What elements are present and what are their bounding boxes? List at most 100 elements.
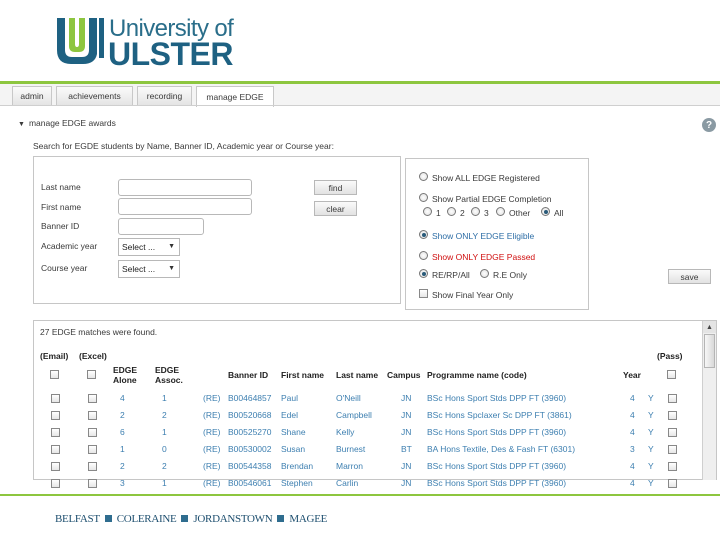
cell-flag: Y [648,478,654,488]
final-year-checkbox[interactable] [419,289,428,298]
show-all-radio[interactable] [419,172,428,181]
cell-last-name: Kelly [336,427,355,437]
cell-first-name: Shane [281,427,306,437]
course-year-value: Select ... [122,264,156,274]
cell-edge-assoc: 1 [162,427,167,437]
cell-programme: BSc Hons Sport Stds DPP FT (3960) [427,461,567,471]
campus-magee: MAGEE [289,513,328,525]
column-campus: Campus [387,370,421,380]
scroll-thumb[interactable] [704,334,715,368]
scroll-up-icon[interactable]: ▲ [703,321,716,333]
cell-flag: Y [648,393,654,403]
cell-flag: Y [648,410,654,420]
clear-button[interactable]: clear [314,201,357,216]
year-radio-other[interactable] [496,207,505,216]
show-eligible-radio[interactable] [419,230,428,239]
excel-checkbox[interactable] [88,462,97,471]
cell-last-name: Burnest [336,444,366,454]
panel-header[interactable]: ▼ manage EDGE awards [18,118,116,128]
cell-edge-assoc: 0 [162,444,167,454]
tab-achievements[interactable]: achievements [56,86,133,105]
cell-edge-assoc: 2 [162,461,167,471]
results-scrollbar[interactable]: ▲ [702,321,716,480]
cell-year: 4 [630,410,635,420]
email-checkbox[interactable] [51,479,60,488]
cell-banner-id[interactable]: B00544358 [228,461,272,471]
tab-admin[interactable]: admin [12,86,52,105]
email-checkbox[interactable] [51,411,60,420]
save-button[interactable]: save [668,269,711,284]
year-label-2: 2 [460,208,465,218]
cell-banner-id[interactable]: B00464857 [228,393,272,403]
cell-banner-id[interactable]: B00525270 [228,427,272,437]
email-link[interactable]: (Email) [40,351,68,361]
cell-edge-alone: 2 [120,461,125,471]
year-radio-1[interactable] [423,207,432,216]
pass-checkbox[interactable] [668,428,677,437]
cell-last-name: Carlin [336,478,359,488]
column-last-name: Last name [336,370,379,380]
cell-campus: JN [401,427,412,437]
pass-checkbox[interactable] [668,445,677,454]
course-year-select[interactable]: Select ... ▼ [118,260,180,278]
first-name-label: First name [41,202,82,212]
find-button[interactable]: find [314,180,357,195]
excel-checkbox[interactable] [88,428,97,437]
excel-checkbox[interactable] [88,411,97,420]
cell-banner-id[interactable]: B00530002 [228,444,272,454]
email-all-checkbox[interactable] [50,370,59,379]
cell-campus: JN [401,461,412,471]
cell-re: (RE) [203,410,221,420]
first-name-input[interactable] [118,198,252,215]
cell-re: (RE) [203,393,221,403]
pass-checkbox[interactable] [668,479,677,488]
column-year: Year [623,370,641,380]
chevron-down-icon: ▼ [168,265,175,272]
email-checkbox[interactable] [51,394,60,403]
banner-id-input[interactable] [118,218,204,235]
re-rp-all-radio[interactable] [419,269,428,278]
help-icon[interactable]: ? [702,118,716,132]
cell-edge-alone: 3 [120,478,125,488]
university-logo: University of ULSTER [55,15,234,72]
year-radio-2[interactable] [447,207,456,216]
pass-checkbox[interactable] [668,462,677,471]
year-radio-3[interactable] [471,207,480,216]
excel-checkbox[interactable] [88,479,97,488]
chevron-down-icon: ▼ [168,243,175,250]
cell-year: 4 [630,478,635,488]
show-partial-radio[interactable] [419,193,428,202]
show-passed-radio[interactable] [419,251,428,260]
cell-last-name: O'Neill [336,393,361,403]
pass-checkbox[interactable] [668,411,677,420]
academic-year-value: Select ... [122,242,156,252]
tab-recording[interactable]: recording [137,86,192,105]
collapse-arrow-icon[interactable]: ▼ [18,121,25,128]
cell-re: (RE) [203,444,221,454]
cell-flag: Y [648,427,654,437]
cell-campus: JN [401,478,412,488]
cell-edge-assoc: 1 [162,478,167,488]
cell-first-name: Edel [281,410,299,420]
year-radio-all[interactable] [541,207,550,216]
excel-link[interactable]: (Excel) [79,351,107,361]
excel-checkbox[interactable] [88,394,97,403]
email-checkbox[interactable] [51,445,60,454]
cell-banner-id[interactable]: B00520668 [228,410,272,420]
tab-manage-edge[interactable]: manage EDGE [196,86,274,107]
academic-year-select[interactable]: Select ... ▼ [118,238,180,256]
panel-title: manage EDGE awards [28,118,116,128]
cell-campus: JN [401,393,412,403]
pass-all-checkbox[interactable] [667,370,676,379]
last-name-input[interactable] [118,179,252,196]
email-checkbox[interactable] [51,462,60,471]
pass-checkbox[interactable] [668,394,677,403]
cell-edge-assoc: 2 [162,410,167,420]
excel-all-checkbox[interactable] [87,370,96,379]
cell-banner-id[interactable]: B00546061 [228,478,272,488]
excel-checkbox[interactable] [88,445,97,454]
cell-programme: BSc Hons Sport Stds DPP FT (3960) [427,478,567,488]
cell-last-name: Marron [336,461,363,471]
email-checkbox[interactable] [51,428,60,437]
re-only-radio[interactable] [480,269,489,278]
